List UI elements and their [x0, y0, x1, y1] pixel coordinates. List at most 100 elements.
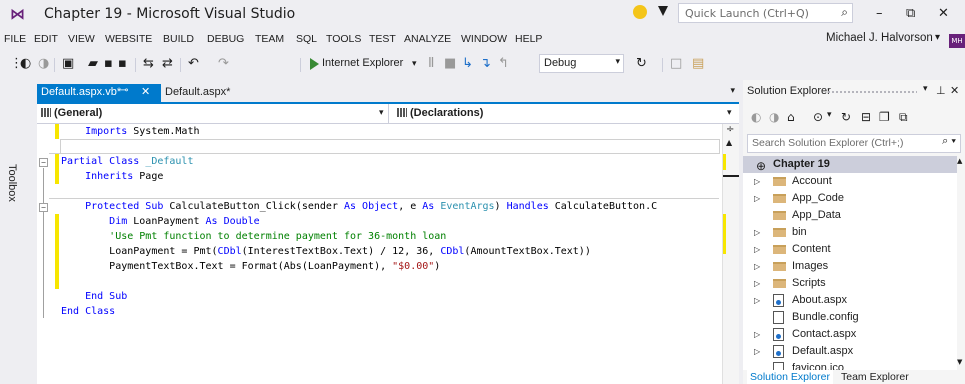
tree-item[interactable]: ▷ Contact.aspx — [743, 326, 957, 343]
minimize-button[interactable]: – — [876, 6, 883, 21]
menu-tools[interactable]: TOOLS — [326, 33, 361, 45]
pin-icon[interactable]: ⊥ — [936, 84, 946, 97]
user-account-name[interactable]: Michael J. Halvorson — [826, 32, 933, 44]
menu-help[interactable]: HELP — [515, 33, 542, 45]
tree-item[interactable]: ▷ About.aspx — [743, 292, 957, 309]
menu-file[interactable]: FILE — [4, 33, 26, 45]
tree-item[interactable]: ▷ Scripts — [743, 275, 957, 292]
member-selector-dropdown[interactable]: (Declarations) — [393, 104, 739, 124]
browser-link-icon[interactable]: ▤ — [692, 57, 704, 71]
code-line[interactable] — [61, 139, 739, 154]
code-line[interactable] — [61, 274, 739, 289]
tree-item[interactable]: ▷ App_Code — [743, 190, 957, 207]
close-icon[interactable]: ✕ — [141, 85, 150, 98]
code-line[interactable] — [61, 184, 739, 199]
chevron-down-icon[interactable]: ▾ — [935, 32, 940, 43]
chevron-down-icon[interactable]: ▾ — [727, 108, 732, 118]
feedback-smiley-icon[interactable] — [633, 5, 647, 19]
code-line[interactable]: LoanPayment = Pmt(CDbl(InterestTextBox.T… — [61, 244, 739, 259]
sync-icon[interactable]: ⊙ — [813, 110, 823, 124]
tree-item[interactable]: App_Data — [743, 207, 957, 224]
editor-vertical-scrollbar[interactable]: ÷ ▲ — [722, 124, 739, 384]
expand-arrow-icon[interactable]: ▷ — [754, 343, 760, 360]
expand-arrow-icon[interactable]: ▷ — [754, 241, 760, 258]
tree-item[interactable]: favicon.ico — [743, 360, 957, 370]
expand-arrow-icon[interactable]: ▷ — [754, 224, 760, 241]
tree-item[interactable]: Bundle.config — [743, 309, 957, 326]
save-all-icon[interactable]: ▪ — [118, 57, 127, 71]
solution-configuration-select[interactable]: Debug ▾ — [539, 54, 624, 73]
redo-icon[interactable]: ↷ — [218, 57, 229, 71]
expand-arrow-icon[interactable]: ▷ — [754, 258, 760, 275]
show-all-files-icon[interactable]: ❐ — [879, 110, 890, 124]
chevron-down-icon[interactable]: ▾ — [827, 110, 832, 120]
collapse-region-icon[interactable]: − — [39, 203, 48, 212]
expand-arrow-icon[interactable]: ▷ — [754, 173, 760, 190]
step-over-icon[interactable]: ↴ — [480, 57, 491, 71]
save-icon[interactable]: ▪ — [104, 57, 113, 71]
quick-launch-input[interactable]: Quick Launch (Ctrl+Q) ⌕ — [678, 3, 853, 23]
stop-icon[interactable]: ■ — [444, 57, 456, 71]
step-out-icon[interactable]: ↰ — [498, 57, 509, 71]
home-icon[interactable]: ⌂ — [787, 110, 795, 124]
back-icon[interactable]: ◐ — [751, 110, 761, 124]
notifications-flag-icon[interactable] — [658, 6, 668, 16]
expand-arrow-icon[interactable]: ▷ — [754, 292, 760, 309]
tab-solution-explorer[interactable]: Solution Explorer — [747, 370, 833, 384]
tree-item[interactable]: ▷ bin — [743, 224, 957, 241]
chevron-down-icon[interactable]: ▾ — [730, 86, 735, 96]
menu-window[interactable]: WINDOW — [461, 33, 507, 45]
copy-icon[interactable]: ⇄ — [162, 57, 173, 71]
panel-drag-handle[interactable] — [827, 90, 917, 94]
code-line[interactable]: End Sub — [61, 289, 739, 304]
forward-icon[interactable]: ◑ — [769, 110, 779, 124]
undo-icon[interactable]: ↶ — [188, 57, 199, 71]
chevron-down-icon[interactable]: ▾ — [923, 84, 928, 94]
menu-view[interactable]: VIEW — [68, 33, 95, 45]
code-editor[interactable]: − − Imports System.Math Partial Class _De… — [37, 124, 739, 384]
menu-website[interactable]: WEBSITE — [105, 33, 152, 45]
tree-project-node[interactable]: ⊕ Chapter 19 — [743, 156, 957, 173]
step-into-icon[interactable]: ↳ — [462, 57, 473, 71]
navigate-back-icon[interactable]: ◐ — [20, 57, 31, 71]
refresh-icon[interactable]: ↻ — [636, 57, 647, 71]
tab-default-aspx[interactable]: Default.aspx* — [165, 86, 230, 98]
menu-build[interactable]: BUILD — [163, 33, 194, 45]
collapse-region-icon[interactable]: − — [39, 158, 48, 167]
toolbox-tab[interactable]: Toolbox — [6, 164, 18, 202]
menu-sql[interactable]: SQL — [296, 33, 317, 45]
code-line[interactable]: Protected Sub CalculateButton_Click(send… — [61, 199, 739, 214]
code-line[interactable]: PaymentTextBox.Text = Format(Abs(LoanPay… — [61, 259, 739, 274]
expand-arrow-icon[interactable]: ▷ — [754, 326, 760, 343]
tree-item[interactable]: ▷ Images — [743, 258, 957, 275]
tree-item[interactable]: ▷ Content — [743, 241, 957, 258]
chevron-down-icon[interactable]: ▾ — [412, 57, 417, 71]
collapse-all-icon[interactable]: ⊟ — [861, 110, 871, 124]
scroll-up-icon[interactable]: ▲ — [957, 157, 962, 165]
menu-edit[interactable]: EDIT — [34, 33, 58, 45]
scroll-down-icon[interactable]: ▼ — [957, 358, 962, 366]
tree-item[interactable]: ▷ Account — [743, 173, 957, 190]
scroll-up-icon[interactable]: ▲ — [726, 138, 732, 147]
user-avatar[interactable]: MH — [949, 34, 965, 48]
navigate-forward-icon[interactable]: ◑ — [38, 57, 49, 71]
menu-team[interactable]: TEAM — [255, 33, 284, 45]
start-debugging-icon[interactable] — [310, 58, 319, 70]
open-file-icon[interactable]: ▰ — [88, 57, 98, 71]
cut-icon[interactable]: ⇆ — [143, 57, 154, 71]
code-line[interactable]: Partial Class _Default — [61, 154, 739, 169]
code-line[interactable]: 'Use Pmt function to determine payment f… — [61, 229, 739, 244]
menu-test[interactable]: TEST — [369, 33, 396, 45]
code-line[interactable]: End Class — [61, 304, 739, 319]
expand-arrow-icon[interactable]: ▷ — [754, 190, 760, 207]
split-icon[interactable]: ÷ — [726, 124, 734, 135]
new-project-icon[interactable]: ▣ — [62, 57, 74, 71]
tab-team-explorer[interactable]: Team Explorer — [841, 370, 909, 384]
find-icon[interactable]: □ — [670, 57, 682, 71]
tab-default-aspx-vb[interactable]: Default.aspx.vb* ⊸ ✕ — [37, 84, 161, 102]
menu-analyze[interactable]: ANALYZE — [404, 33, 451, 45]
expand-arrow-icon[interactable]: ▷ — [754, 275, 760, 292]
menu-debug[interactable]: DEBUG — [207, 33, 244, 45]
pause-icon[interactable]: Ⅱ — [428, 57, 434, 71]
browser-target-label[interactable]: Internet Explorer — [322, 57, 403, 69]
